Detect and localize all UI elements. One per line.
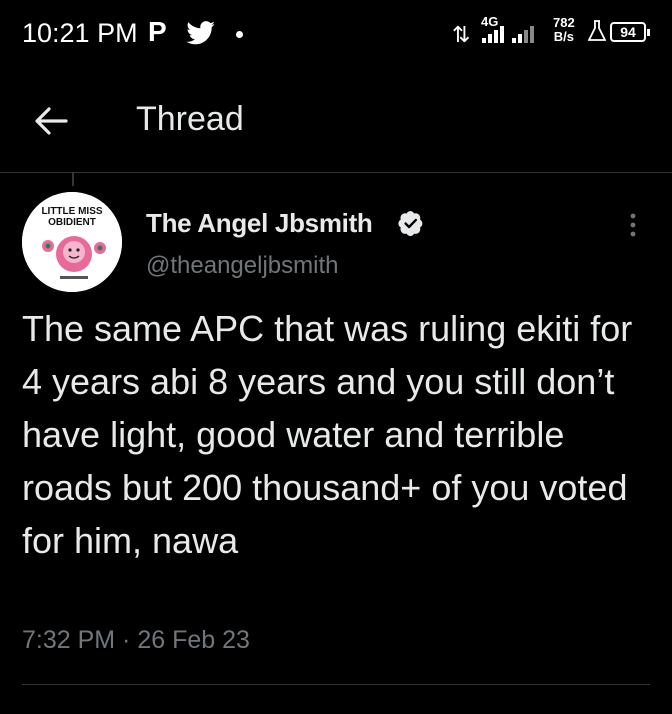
divider	[22, 684, 650, 685]
notification-dot	[236, 31, 243, 38]
twitter-notification-icon	[186, 21, 215, 45]
status-time: 10:21 PM	[22, 18, 138, 48]
verified-badge-icon	[398, 211, 423, 236]
battery-icon: 94	[610, 22, 650, 42]
thread-header: Thread	[0, 72, 672, 173]
thread-connector-line	[72, 172, 74, 186]
network-speed-unit: B/s	[553, 29, 574, 44]
display-name[interactable]: The Angel Jbsmith	[146, 208, 373, 239]
status-bar: 10:21 PM P ⇅ 4G 782 B/s 94	[0, 0, 672, 70]
data-transfer-icon: ⇅	[452, 22, 471, 47]
avatar-image: LITTLE MISS OBIDIENT	[22, 192, 122, 292]
arrow-left-icon[interactable]	[34, 106, 68, 136]
page-title: Thread	[136, 100, 244, 138]
network-speed: 782 B/s	[553, 16, 575, 44]
avatar[interactable]: LITTLE MISS OBIDIENT	[22, 192, 122, 292]
network-speed-value: 782	[553, 15, 575, 30]
flask-icon	[588, 20, 606, 41]
pinterest-notification-icon: P	[148, 16, 167, 47]
tweet-timestamp[interactable]: 7:32 PM · 26 Feb 23	[22, 626, 250, 655]
user-handle[interactable]: @theangeljbsmith	[146, 252, 338, 280]
avatar-text-line2: OBIDIENT	[48, 217, 96, 228]
tweet-text: The same APC that was ruling ekiti for 4…	[22, 308, 633, 561]
avatar-text-line1: LITTLE MISS	[41, 206, 102, 217]
more-vertical-icon[interactable]	[628, 212, 638, 238]
signal-icon	[482, 26, 534, 43]
